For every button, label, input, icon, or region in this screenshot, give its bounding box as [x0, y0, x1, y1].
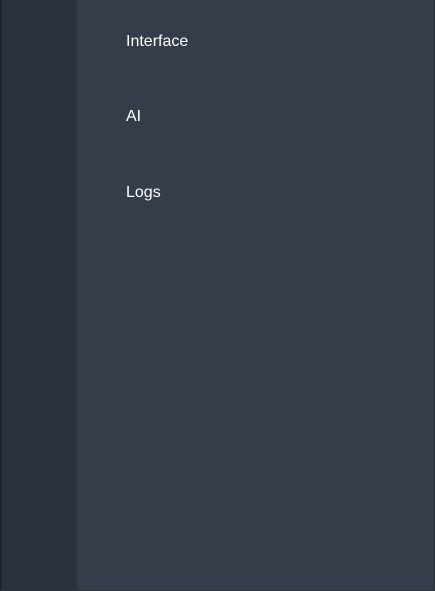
- menu-panel: [77, 0, 434, 591]
- sidebar-rail: [2, 0, 77, 591]
- menu-item-logs[interactable]: Logs: [126, 183, 161, 203]
- menu-item-interface[interactable]: Interface: [126, 32, 188, 52]
- menu-item-ai[interactable]: AI: [126, 107, 141, 127]
- settings-menu-panel: Interface AI Logs: [0, 0, 435, 591]
